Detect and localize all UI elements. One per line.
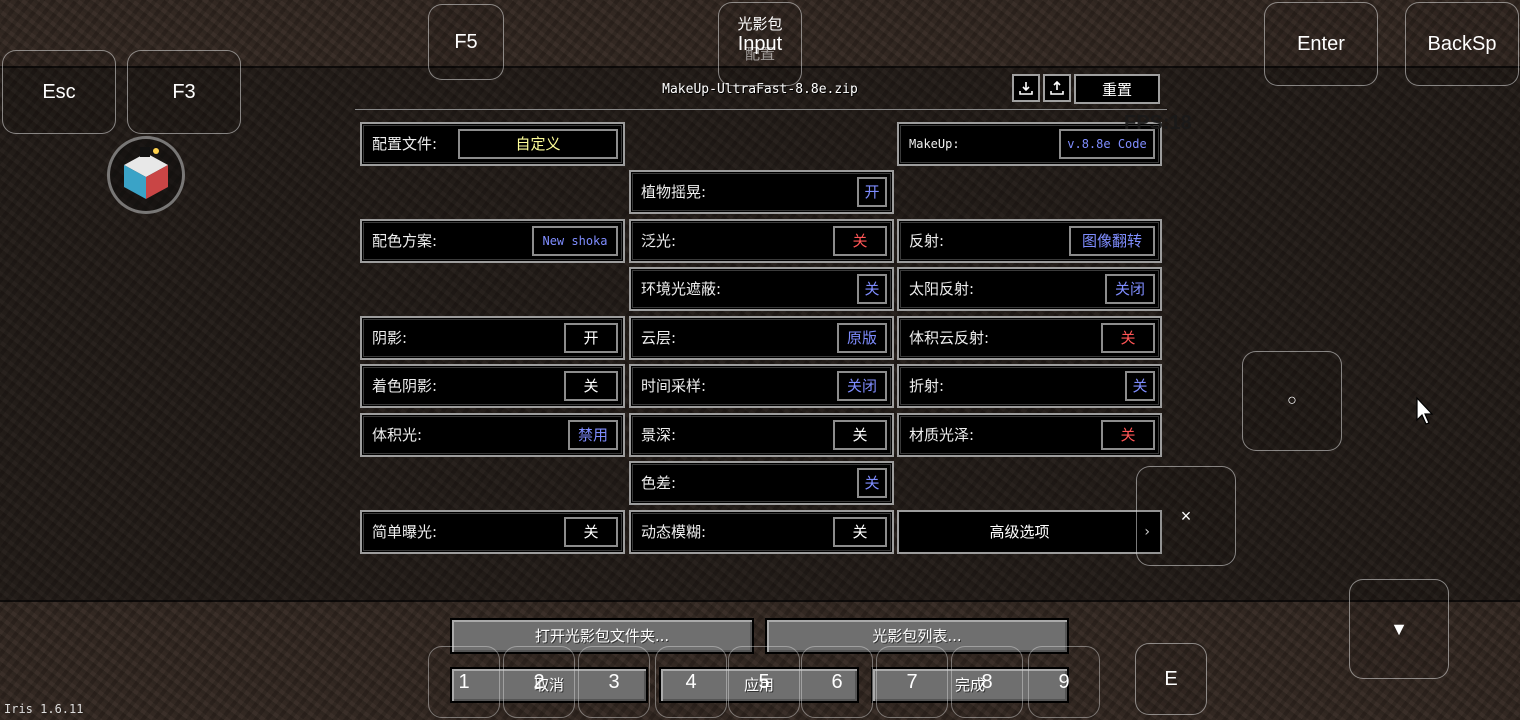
hotbar-key-2[interactable]: 2 xyxy=(503,646,575,718)
option-value[interactable]: 关 xyxy=(1101,323,1155,353)
option-label: 阴影: xyxy=(372,329,408,347)
esc-key[interactable]: Esc xyxy=(2,50,116,134)
f3-key[interactable]: F3 xyxy=(127,50,241,134)
option-chromatic-aberration[interactable]: 色差: 关 xyxy=(629,461,894,505)
option-label: 体积云反射: xyxy=(909,329,990,347)
advanced-options-button[interactable]: 高级选项 › xyxy=(897,510,1162,554)
option-value[interactable]: 关 xyxy=(857,468,887,498)
export-icon xyxy=(1050,80,1064,95)
option-value[interactable]: 禁用 xyxy=(568,420,618,450)
iris-version-label: Iris 1.6.11 xyxy=(4,702,84,716)
option-motion-blur[interactable]: 动态模糊: 关 xyxy=(629,510,894,554)
shader-config-key-top-label: 光影包 xyxy=(737,16,783,33)
option-label: 材质光泽: xyxy=(909,426,975,444)
option-label: 泛光: xyxy=(641,232,677,250)
option-value[interactable]: 关 xyxy=(564,371,618,401)
option-material-gloss[interactable]: 材质光泽: 关 xyxy=(897,413,1162,457)
option-value[interactable]: New shoka xyxy=(532,226,618,256)
option-label: 时间采样: xyxy=(641,377,707,395)
option-label: 景深: xyxy=(641,426,677,444)
option-profile[interactable]: 配置文件: 自定义 xyxy=(360,122,625,166)
option-clouds[interactable]: 云层: 原版 xyxy=(629,316,894,360)
option-ambient-occlusion[interactable]: 环境光遮蔽: 关 xyxy=(629,267,894,311)
option-makeup-version[interactable]: MakeUp: v.8.8e Code xyxy=(897,122,1162,166)
hotbar-key-9[interactable]: 9 xyxy=(1028,646,1100,718)
option-label: 环境光遮蔽: xyxy=(641,280,722,298)
option-simple-exposure[interactable]: 简单曝光: 关 xyxy=(360,510,625,554)
close-icon[interactable]: × xyxy=(1136,466,1236,566)
option-value[interactable]: 原版 xyxy=(837,323,887,353)
hotbar-key-6[interactable]: 6 xyxy=(801,646,873,718)
option-value[interactable]: 图像翻转 xyxy=(1069,226,1155,256)
f5-key[interactable]: F5 xyxy=(428,4,504,80)
option-reflection[interactable]: 反射: 图像翻转 xyxy=(897,219,1162,263)
option-bloom[interactable]: 泛光: 关 xyxy=(629,219,894,263)
hotbar-key-5[interactable]: 5 xyxy=(728,646,800,718)
hotbar-key-4[interactable]: 4 xyxy=(655,646,727,718)
option-label: 云层: xyxy=(641,329,677,347)
down-arrow-key[interactable]: ▼ xyxy=(1349,579,1449,679)
option-label: 配色方案: xyxy=(372,232,438,250)
option-value[interactable]: 开 xyxy=(857,177,887,207)
fps-counter: FPS:18 xyxy=(1124,112,1192,134)
option-value[interactable]: 关 xyxy=(1125,371,1155,401)
inventory-e-key[interactable]: E xyxy=(1135,643,1207,715)
option-plant-sway[interactable]: 植物摇晃: 开 xyxy=(629,170,894,214)
option-label: 折射: xyxy=(909,377,945,395)
option-value[interactable]: 关 xyxy=(564,517,618,547)
backspace-key[interactable]: BackSp xyxy=(1405,2,1519,86)
circle-key[interactable]: ○ xyxy=(1242,351,1342,451)
option-refraction[interactable]: 折射: 关 xyxy=(897,364,1162,408)
reset-button[interactable]: 重置 xyxy=(1074,74,1160,104)
option-value[interactable]: 关 xyxy=(833,226,887,256)
option-value[interactable]: 自定义 xyxy=(458,129,618,159)
option-volumetric-light[interactable]: 体积光: 禁用 xyxy=(360,413,625,457)
option-value[interactable]: 关闭 xyxy=(1105,274,1155,304)
hotbar-key-1[interactable]: 1 xyxy=(428,646,500,718)
hotbar-key-7[interactable]: 7 xyxy=(876,646,948,718)
option-label: 动态模糊: xyxy=(641,523,707,541)
option-value[interactable]: 关闭 xyxy=(837,371,887,401)
option-color-scheme[interactable]: 配色方案: New shoka xyxy=(360,219,625,263)
option-label: 着色阴影: xyxy=(372,377,438,395)
export-button[interactable] xyxy=(1043,74,1071,102)
shader-config-key[interactable]: 光影包 配置 Input xyxy=(718,2,802,86)
title-divider xyxy=(355,109,1167,110)
option-sun-reflection[interactable]: 太阳反射: 关闭 xyxy=(897,267,1162,311)
option-temporal-sampling[interactable]: 时间采样: 关闭 xyxy=(629,364,894,408)
option-value[interactable]: 关 xyxy=(857,274,887,304)
hotbar-key-3[interactable]: 3 xyxy=(578,646,650,718)
option-label: 配置文件: xyxy=(372,135,438,153)
import-button[interactable] xyxy=(1012,74,1040,102)
option-colored-shadows[interactable]: 着色阴影: 关 xyxy=(360,364,625,408)
advanced-options-label: 高级选项 xyxy=(989,523,1050,541)
option-label: 简单曝光: xyxy=(372,523,438,541)
launcher-logo-icon xyxy=(124,147,168,199)
option-label: 植物摇晃: xyxy=(641,183,707,201)
launcher-avatar[interactable] xyxy=(107,136,185,214)
option-value[interactable]: 关 xyxy=(833,420,887,450)
input-key-label: Input xyxy=(737,33,783,55)
hotbar-key-8[interactable]: 8 xyxy=(951,646,1023,718)
option-label: 色差: xyxy=(641,474,677,492)
mouse-cursor-icon xyxy=(1416,396,1434,425)
option-value[interactable]: 关 xyxy=(1101,420,1155,450)
option-label: 体积光: xyxy=(372,426,423,444)
option-label: MakeUp: xyxy=(909,137,960,151)
option-label: 反射: xyxy=(909,232,945,250)
import-icon xyxy=(1019,82,1033,95)
option-value[interactable]: 开 xyxy=(564,323,618,353)
option-label: 太阳反射: xyxy=(909,280,975,298)
option-volumetric-cloud-reflection[interactable]: 体积云反射: 关 xyxy=(897,316,1162,360)
option-depth-of-field[interactable]: 景深: 关 xyxy=(629,413,894,457)
option-value[interactable]: 关 xyxy=(833,517,887,547)
option-shadows[interactable]: 阴影: 开 xyxy=(360,316,625,360)
enter-key[interactable]: Enter xyxy=(1264,2,1378,86)
